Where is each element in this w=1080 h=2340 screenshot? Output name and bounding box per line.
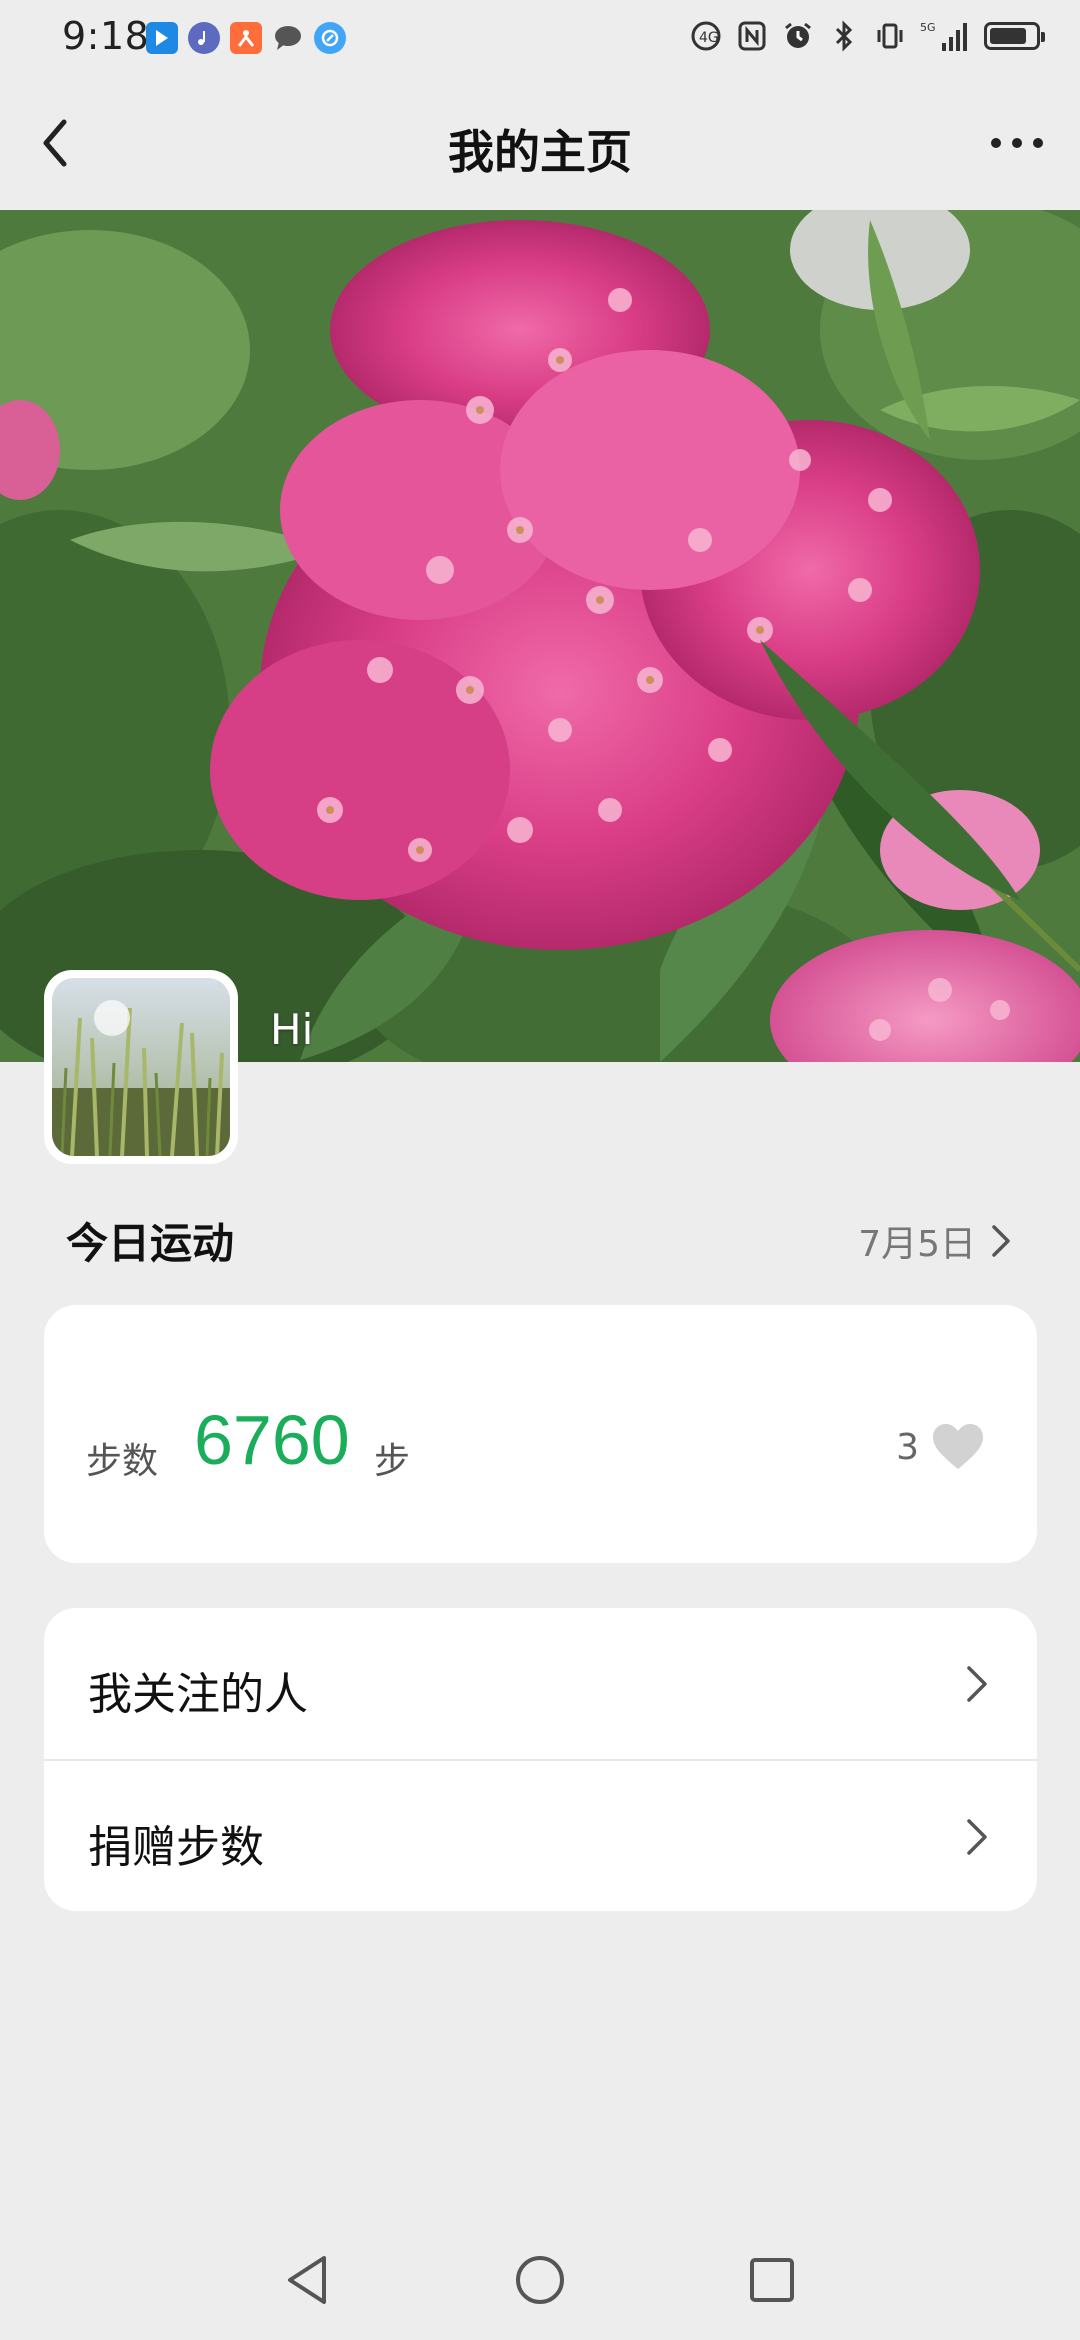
menu-item-following[interactable]: 我关注的人 <box>44 1608 1037 1759</box>
system-home-button[interactable] <box>512 2252 568 2308</box>
steps-unit: 步 <box>374 1441 411 1482</box>
cover-photo[interactable] <box>0 210 1080 1062</box>
system-back-button[interactable] <box>280 2252 336 2308</box>
system-status-icons: 4G 5G <box>690 18 1045 54</box>
notification-icons <box>146 22 346 54</box>
likes-count: 3 <box>896 1426 919 1468</box>
navigation-bar: 我的主页 <box>0 80 1080 210</box>
music-notification-icon <box>188 22 220 54</box>
bluetooth-icon <box>828 18 860 54</box>
avatar[interactable] <box>44 970 238 1164</box>
menu-item-donate-steps[interactable]: 捐赠步数 <box>44 1759 1037 1910</box>
menu-card: 我关注的人 捐赠步数 <box>44 1608 1037 1911</box>
status-bar: 9:18 4G 5G <box>0 0 1080 80</box>
system-navigation-bar <box>0 2220 1080 2340</box>
profile-greeting: Hi <box>270 1005 314 1054</box>
browser-notification-icon <box>314 22 346 54</box>
steps-value: 6760 <box>194 1401 350 1479</box>
network-label: 5G <box>920 21 936 34</box>
date-selector[interactable]: 7月5日 <box>858 1215 1012 1267</box>
heart-icon <box>933 1424 983 1469</box>
page-title: 我的主页 <box>448 125 632 179</box>
battery-icon <box>984 22 1045 50</box>
nfc-icon <box>736 18 768 54</box>
steps-card[interactable]: 步数 6760 步 3 <box>44 1305 1037 1563</box>
app-notification-icon <box>146 22 178 54</box>
chevron-right-icon <box>967 1666 987 1702</box>
today-exercise-title: 今日运动 <box>66 1219 235 1268</box>
menu-item-label: 我关注的人 <box>88 1669 308 1720</box>
like-button[interactable]: 3 <box>896 1423 985 1471</box>
svg-text:4G: 4G <box>699 30 719 46</box>
more-button[interactable] <box>982 108 1052 178</box>
flower-cover-image <box>0 210 1080 1062</box>
more-dots-icon <box>991 138 1043 148</box>
system-recents-button[interactable] <box>744 2252 800 2308</box>
hd-voice-icon: 4G <box>690 18 722 54</box>
menu-item-label: 捐赠步数 <box>88 1822 264 1873</box>
message-notification-icon <box>272 22 304 54</box>
chevron-right-icon <box>967 1819 987 1855</box>
date-label: 7月5日 <box>858 1224 976 1265</box>
chevron-right-icon <box>992 1225 1010 1257</box>
alarm-icon <box>782 18 814 54</box>
steps-label: 步数 <box>86 1441 159 1482</box>
signal-icon: 5G <box>920 18 970 54</box>
status-time: 9:18 <box>62 14 150 58</box>
avatar-image <box>52 978 230 1156</box>
vibrate-icon <box>874 18 906 54</box>
game-notification-icon <box>230 22 262 54</box>
